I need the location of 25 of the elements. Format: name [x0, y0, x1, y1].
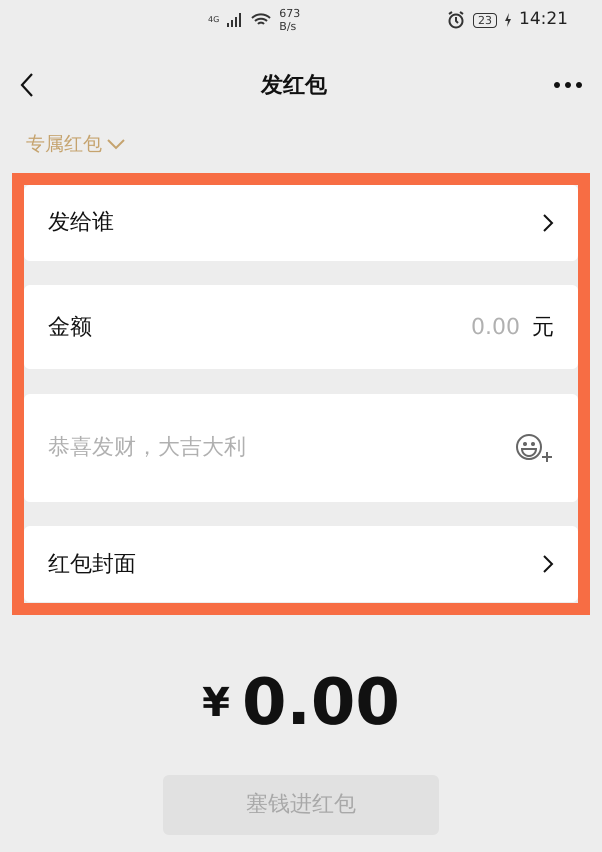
chevron-right-icon [542, 212, 554, 232]
battery-indicator: 23 [473, 12, 497, 28]
chevron-down-icon [106, 138, 126, 150]
message-field[interactable]: 恭喜发财，大吉大利 [48, 431, 514, 464]
chevron-right-icon [542, 554, 554, 574]
more-icon[interactable] [554, 82, 582, 88]
clock-time: 14:21 [519, 8, 568, 32]
amount-field[interactable]: 0.00 [440, 310, 520, 344]
currency-symbol: ¥ [202, 678, 230, 728]
unit-label: 元 [532, 314, 554, 342]
row-label: 发给谁 [48, 209, 114, 237]
speed-unit: B/s [279, 20, 298, 33]
form-row[interactable]: 发给谁 [24, 184, 578, 260]
total-amount: 0.00 [242, 670, 400, 734]
row-label: 红包封面 [48, 550, 136, 579]
speed-value: 673 [279, 7, 300, 20]
page-title: 发红包 [261, 72, 327, 100]
signal-icon [227, 13, 244, 27]
back-icon[interactable] [20, 72, 34, 98]
network-label: 4G [208, 14, 220, 26]
charging-icon [505, 13, 511, 27]
message-card[interactable]: 恭喜发财，大吉大利 [24, 394, 578, 502]
row-label: 金额 [48, 314, 92, 342]
form-row[interactable]: 红包封面 [24, 526, 578, 602]
alarm-icon [447, 11, 465, 29]
